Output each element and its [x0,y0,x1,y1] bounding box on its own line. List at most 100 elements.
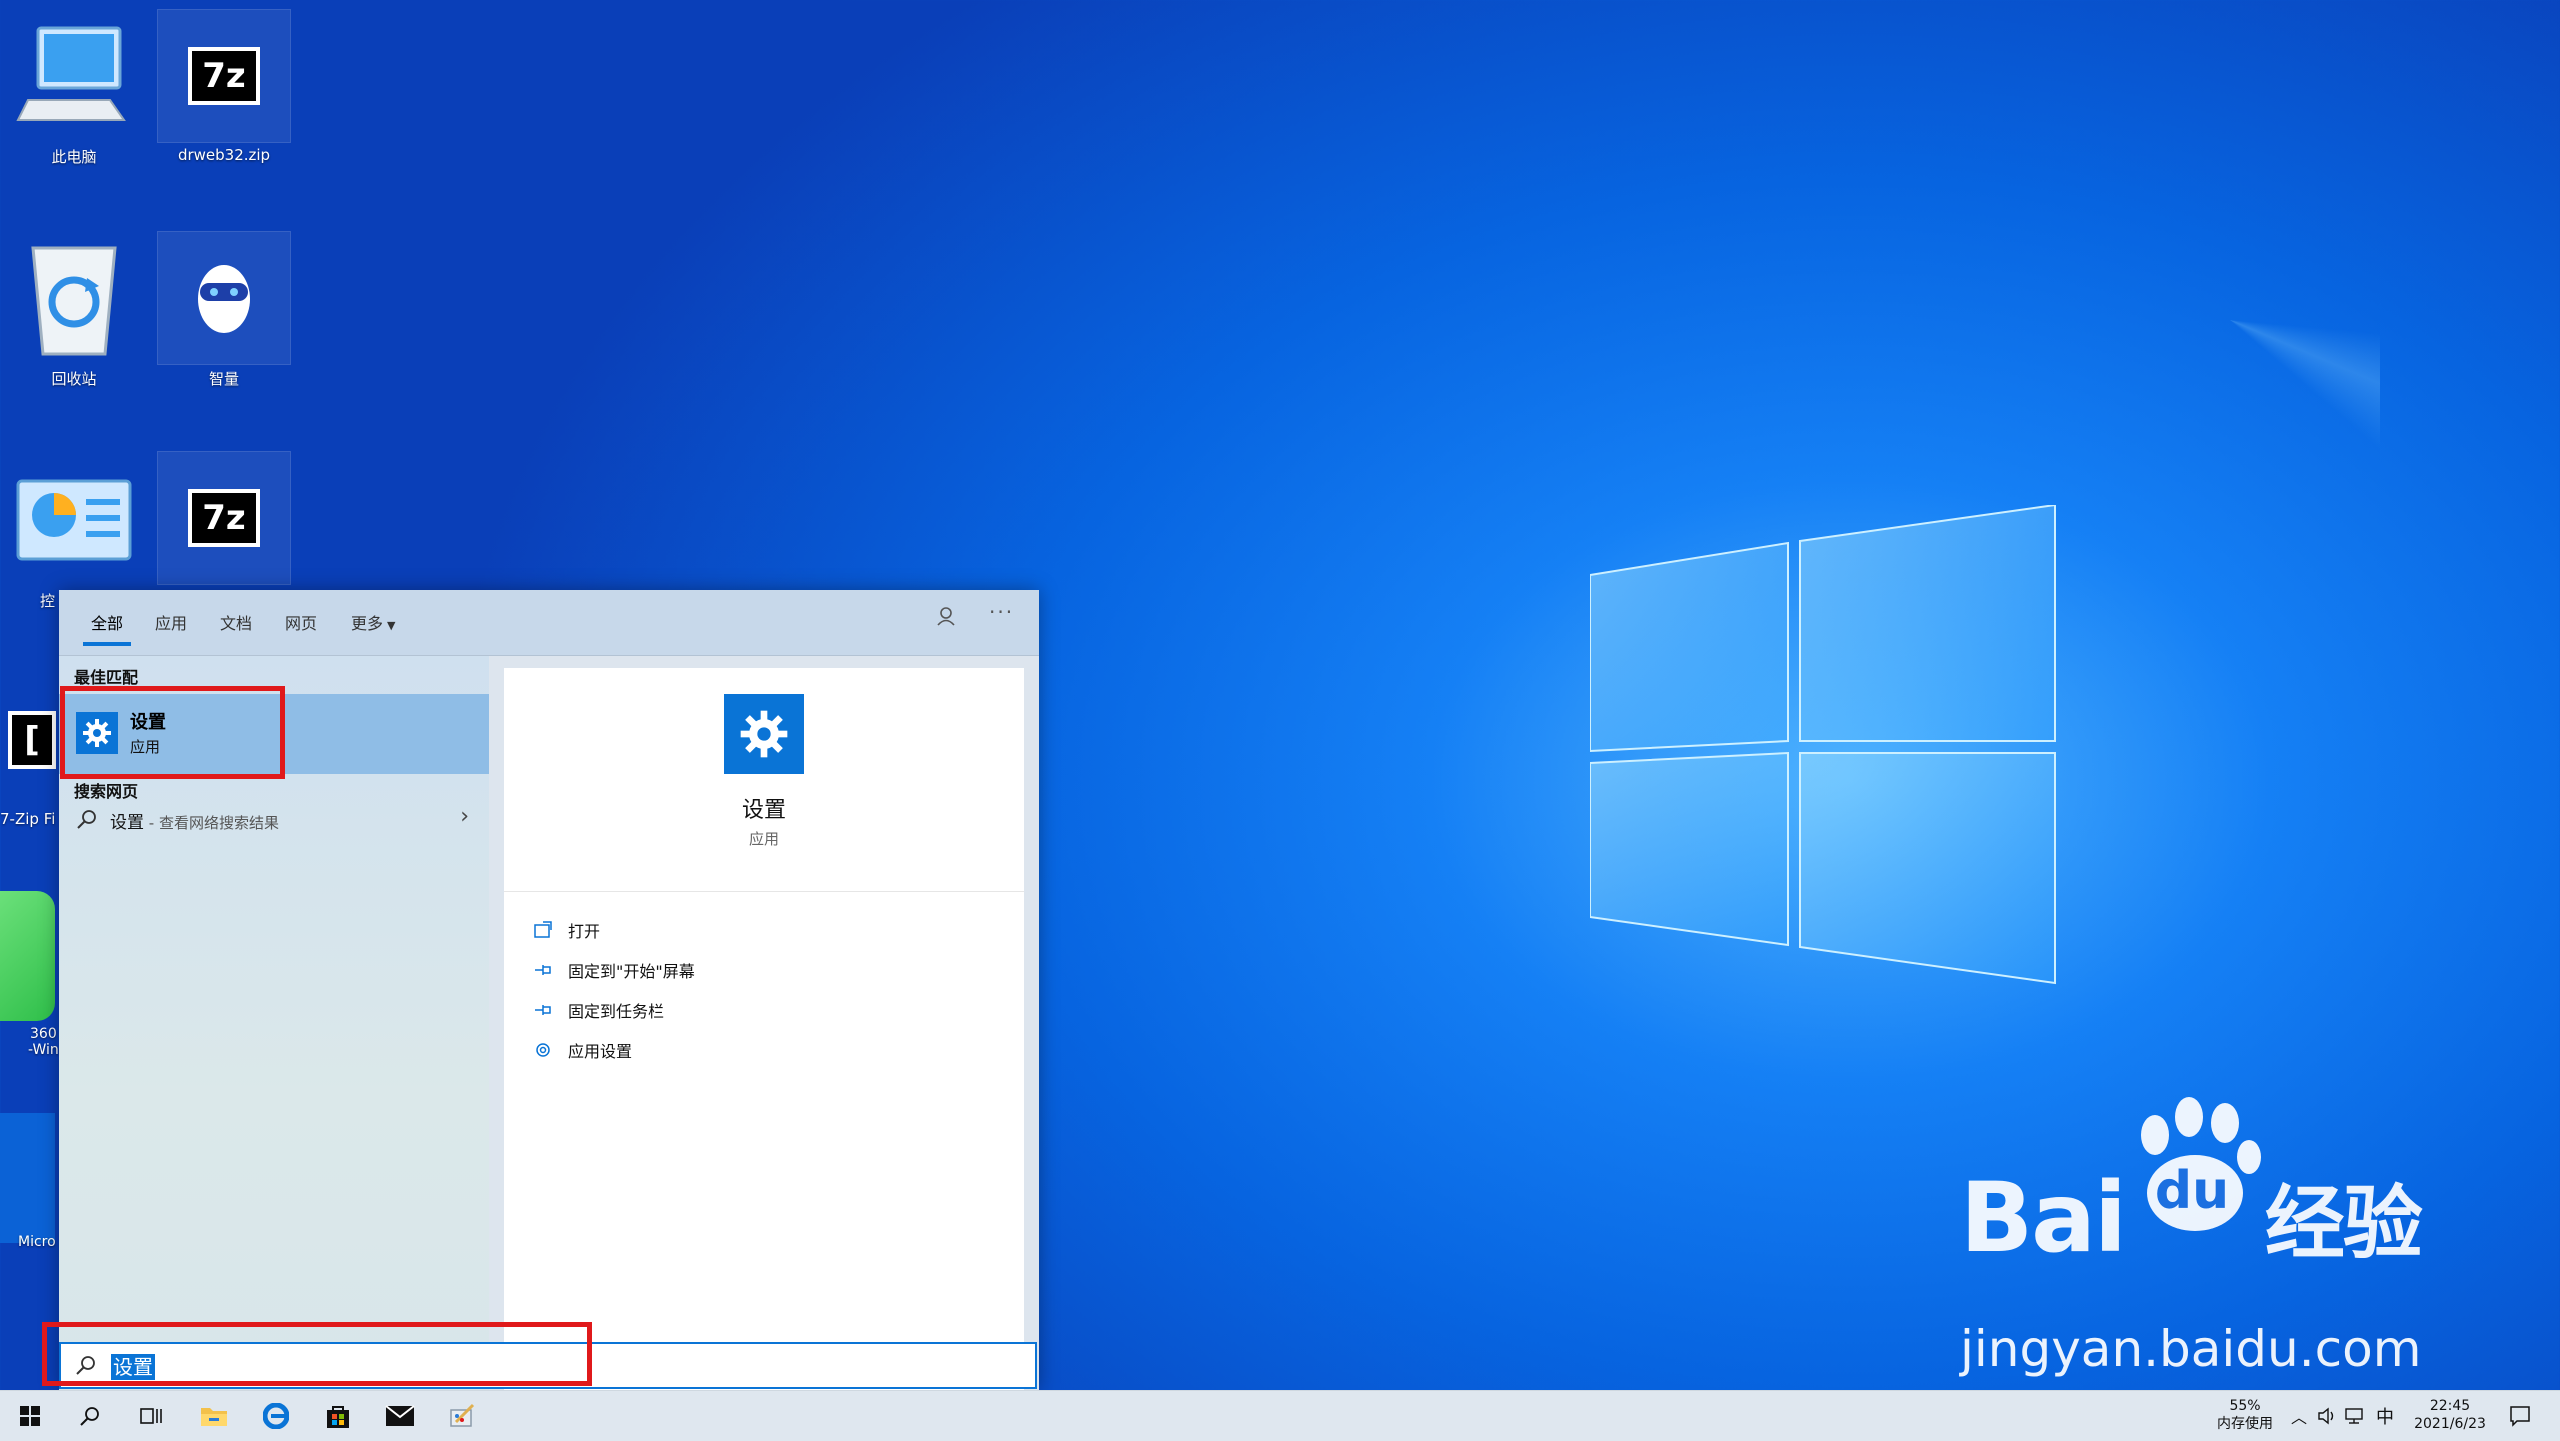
results-list: 最佳匹配 设置 应用 搜索网页 设置 - 查看网络搜索结果 › [59,656,489,1390]
start-search-panel: 全部 应用 文档 网页 更多 ▼ ··· 最佳匹配 设置 应用 搜索网页 设置 -… [59,590,1039,1390]
more-options-icon[interactable]: ··· [989,600,1014,624]
app-360-icon [0,891,55,1021]
best-match-header: 最佳匹配 [74,668,139,687]
preview-subtitle: 应用 [748,830,779,848]
search-icon [76,808,98,834]
web-result-text: 设置 [110,813,144,833]
tab-documents[interactable]: 文档 [220,610,252,634]
action-app-settings[interactable]: 应用设置 [532,1034,632,1066]
tab-all[interactable]: 全部 [83,610,132,646]
desktop-icon-this-pc[interactable]: 此电脑 [8,10,140,167]
best-match-name: 设置 [130,712,166,733]
folder-icon [201,1408,227,1426]
seven-zip-icon: 7z [188,489,260,547]
recycle-bin-icon [31,246,117,356]
desktop-icon-7zip-fm[interactable]: [ 7-Zip Fi [0,674,60,828]
open-icon [532,919,554,941]
action-pin-to-taskbar[interactable]: 固定到任务栏 [532,994,664,1026]
chevron-right-icon: › [460,804,469,829]
windows-start-icon [20,1406,40,1426]
desktop-icon-drweb-zip[interactable]: 7z drweb32.zip [157,9,291,164]
search-input[interactable]: 设置 [59,1342,1037,1389]
network-icon [2345,1408,2363,1424]
preview-title: 设置 [741,798,786,823]
taskbar-search-button[interactable] [62,1391,118,1441]
clock-time: 22:45 [2429,1398,2471,1414]
mail-button[interactable] [372,1391,428,1441]
notification-icon [2510,1406,2530,1427]
paint-app-button[interactable] [434,1391,490,1441]
search-input-value: 设置 [111,1354,155,1380]
tab-more[interactable]: 更多 ▼ [351,610,395,634]
search-icon [75,1354,97,1380]
microsoft-app-icon [0,1113,55,1243]
store-button[interactable] [310,1391,366,1441]
paw-icon: du [2125,1097,2265,1275]
settings-gear-icon [724,694,804,774]
icon-label: 智量 [208,370,239,388]
desktop-icon-control-panel[interactable]: 控 [8,454,140,611]
memory-usage-widget[interactable]: 55% 内存使用 [2210,1397,2280,1433]
task-view-button[interactable] [124,1391,180,1441]
feedback-icon[interactable] [935,605,957,632]
baidu-jingyan-watermark: Bai du 经验 jingyan.baidu.com [1960,1097,2423,1378]
icon-label: -Win [28,1042,59,1058]
input-method-indicator[interactable]: 中 [2370,1391,2400,1441]
watermark-du: du [2154,1161,2230,1221]
pin-icon [532,959,554,981]
tab-apps[interactable]: 应用 [155,610,187,634]
memory-label: 内存使用 [2217,1416,2273,1432]
search-icon [80,1407,99,1426]
computer-icon [16,26,126,121]
edge-icon [263,1403,289,1429]
preview-header: 设置 应用 [504,668,1024,892]
notification-center-button[interactable] [2500,1391,2540,1441]
icon-label: 回收站 [51,370,97,388]
pin-icon [532,999,554,1021]
desktop-icon-zhiliang[interactable]: 智量 [157,231,291,389]
watermark-url: jingyan.baidu.com [1960,1320,2422,1378]
web-result-suffix: - 查看网络搜索结果 [144,814,279,832]
seven-zip-icon: [ [8,711,56,769]
file-explorer-button[interactable] [186,1391,242,1441]
best-match-kind: 应用 [130,738,161,756]
volume-button[interactable] [2314,1391,2340,1441]
start-button[interactable] [0,1391,60,1441]
chevron-down-icon: ▼ [387,619,396,632]
mail-icon [385,1405,415,1426]
show-hidden-icons-button[interactable]: ︿ [2286,1391,2312,1441]
seven-zip-icon: 7z [188,47,260,105]
network-button[interactable] [2342,1391,2368,1441]
settings-gear-icon [76,712,118,754]
desktop-icon-microsoft[interactable]: Micro [0,1112,60,1250]
icon-label: 此电脑 [51,148,97,166]
desktop-icon-recycle-bin[interactable]: 回收站 [8,232,140,389]
gear-icon [532,1039,554,1061]
desktop-icon-360[interactable]: 360 -Win [0,890,60,1058]
edge-browser-button[interactable] [248,1391,304,1441]
tab-web[interactable]: 网页 [285,610,317,634]
clock[interactable]: 22:45 2021/6/23 [2400,1397,2500,1433]
best-match-result[interactable]: 设置 应用 [59,694,489,774]
clock-date: 2021/6/23 [2414,1416,2486,1432]
desktop-icon-7zip-archive[interactable]: 7z [157,451,291,585]
store-bag-icon [327,1406,349,1428]
icon-label: 7-Zip Fi [0,810,56,828]
action-pin-to-start[interactable]: 固定到"开始"屏幕 [532,954,695,986]
windows-logo-wallpaper [1590,505,2056,985]
action-open[interactable]: 打开 [532,914,600,946]
web-search-header: 搜索网页 [74,782,139,801]
chevron-up-icon: ︿ [2290,1408,2307,1427]
memory-percent: 55% [2229,1398,2261,1414]
robot-icon [198,265,250,333]
task-view-icon [140,1408,162,1424]
control-panel-icon [16,479,132,561]
taskbar: 55% 内存使用 ︿ 中 22:45 2021/6/23 [0,1390,2560,1441]
result-preview: 设置 应用 打开 固定到"开始"屏幕 固定到任务栏 应用设置 [504,668,1024,1390]
icon-label: drweb32.zip [177,146,271,164]
paint-brush-icon [450,1403,475,1427]
icon-label: 360 [30,1026,57,1042]
web-search-result[interactable]: 设置 - 查看网络搜索结果 › [59,800,489,840]
volume-icon [2318,1407,2334,1425]
watermark-brand-prefix: Bai [1960,1162,2127,1274]
